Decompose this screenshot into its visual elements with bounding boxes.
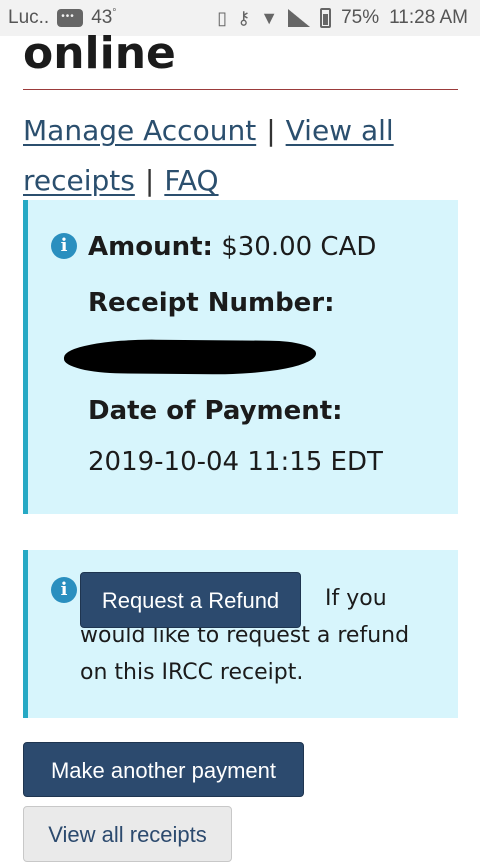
link-separator: |: [266, 114, 276, 147]
vpn-key-icon: ⚷: [237, 7, 251, 28]
info-icon: i: [51, 233, 77, 259]
clock: 11:28 AM: [389, 7, 468, 28]
receipt-number-label: Receipt Number:: [88, 288, 335, 318]
faq-link[interactable]: FAQ: [164, 164, 218, 197]
vibrate-icon: ▯: [217, 7, 228, 28]
battery-percent: 75%: [341, 7, 380, 28]
signal-icon: [288, 9, 311, 27]
messages-icon: [57, 9, 84, 27]
wifi-icon: ▼: [260, 7, 279, 28]
amount-value: $30.00 CAD: [221, 232, 377, 262]
make-another-payment-button[interactable]: Make another payment: [23, 742, 304, 797]
page-title: online: [23, 28, 176, 79]
info-icon: i: [51, 577, 77, 603]
date-of-payment-label: Date of Payment:: [88, 396, 343, 426]
amount-label: Amount:: [88, 232, 213, 262]
date-of-payment-value: 2019-10-04 11:15 EDT: [88, 447, 383, 477]
amount-row: Amount: $30.00 CAD: [88, 232, 376, 262]
request-refund-button[interactable]: Request a Refund: [80, 572, 301, 628]
link-separator: |: [144, 164, 155, 197]
carrier-label: Luc..: [8, 7, 50, 28]
refund-panel: i If you would like to request a refund …: [23, 550, 458, 718]
redacted-receipt-number: [63, 338, 317, 376]
temperature: 43°: [91, 7, 117, 28]
battery-icon: [320, 8, 332, 28]
title-divider: [23, 89, 458, 90]
receipt-details-panel: i Amount: $30.00 CAD Receipt Number: Dat…: [23, 200, 458, 514]
account-links: Manage Account | View all receipts | FAQ: [23, 106, 463, 206]
manage-account-link[interactable]: Manage Account: [23, 114, 256, 147]
